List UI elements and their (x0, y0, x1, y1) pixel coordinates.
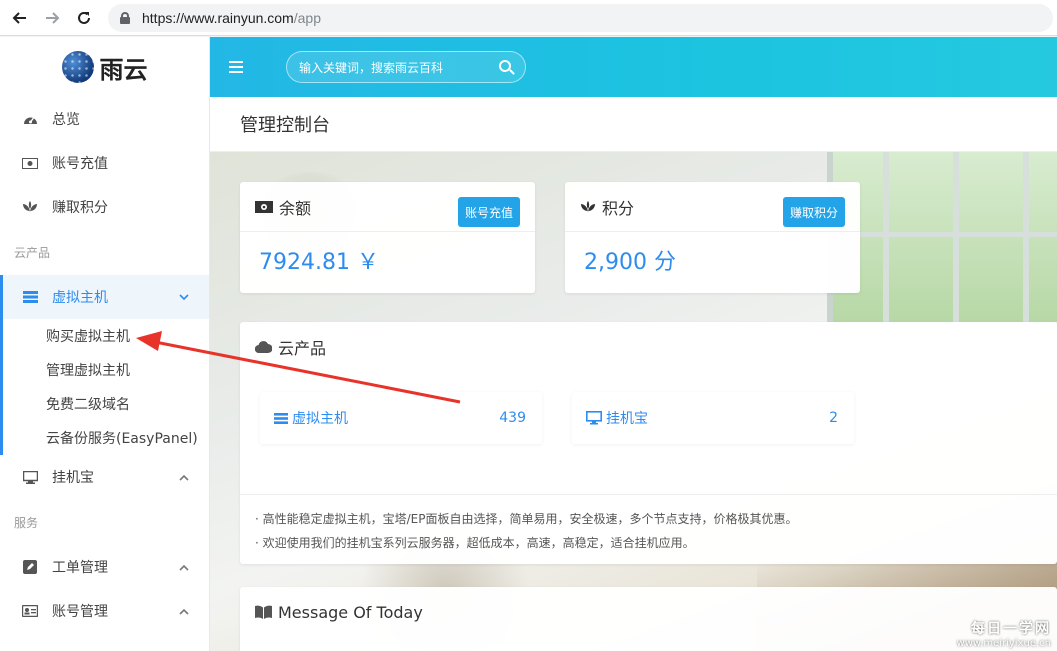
chevron-down-icon (179, 291, 189, 304)
brand[interactable]: 雨云 (0, 37, 209, 97)
points-title: 积分 (602, 198, 635, 218)
note-line: · 高性能稳定虚拟主机，宝塔/EP面板自由选择，简单易用，安全极速，多个节点支持… (255, 512, 798, 526)
lock-icon (120, 12, 130, 24)
search-input[interactable]: 输入关键词，搜索雨云百科 (286, 51, 526, 83)
section-services: 服务 (14, 515, 39, 530)
submenu-free-subdomain[interactable]: 免费二级域名 (3, 387, 209, 421)
sidebar-item-account[interactable]: 账号管理 (0, 589, 209, 633)
message-title: Message Of Today (278, 602, 423, 622)
points-card-header: 积分 赚取积分 (565, 182, 860, 232)
book-icon (255, 605, 272, 619)
sidebar-item-overview[interactable]: 总览 (0, 97, 209, 141)
balance-card: 余额 账号充值 7924.81 ￥ (240, 182, 535, 293)
sidebar-item-label: 工单管理 (52, 560, 108, 576)
content-background: 余额 账号充值 7924.81 ￥ 积分 赚取积分 2,900 分 云产品 虚拟… (210, 152, 1057, 651)
reload-icon[interactable] (72, 6, 96, 30)
browser-toolbar: https://www.rainyun.com/app (0, 0, 1057, 36)
address-bar[interactable]: https://www.rainyun.com/app (108, 4, 1053, 32)
cloud-icon (255, 341, 272, 353)
product-label: 虚拟主机 (292, 411, 348, 427)
seedling-icon (580, 200, 596, 214)
desktop-icon (22, 469, 38, 485)
points-value: 2,900 分 (584, 250, 676, 275)
balance-value: 7924.81 ￥ (259, 250, 379, 275)
id-card-icon (22, 603, 38, 619)
product-count: 439 (499, 410, 526, 426)
vhost-submenu: 购买虚拟主机 管理虚拟主机 免费二级域名 云备份服务(EasyPanel) (0, 319, 209, 455)
sidebar-item-recharge[interactable]: 账号充值 (0, 141, 209, 185)
background-window-illustration (827, 152, 1057, 322)
search-placeholder: 输入关键词，搜索雨云百科 (299, 60, 444, 75)
product-vhost[interactable]: 虚拟主机 439 (260, 392, 542, 444)
url-host: https://www.rainyun.com (142, 10, 294, 26)
sidebar-item-label: 赚取积分 (52, 200, 108, 216)
chevron-up-icon (179, 561, 189, 574)
sidebar-item-label: 总览 (52, 112, 80, 128)
sidebar: 雨云 总览 账号充值 赚取积分 云产品 虚拟主机 购买虚拟主机 管理虚拟主机 免… (0, 37, 210, 651)
edit-icon (22, 559, 38, 575)
product-count: 2 (829, 410, 838, 426)
section-cloud-products: 云产品 (14, 245, 51, 260)
back-arrow-icon[interactable] (8, 6, 32, 30)
message-card-header: Message Of Today (240, 587, 1057, 637)
desktop-icon (586, 411, 602, 425)
product-label: 挂机宝 (606, 411, 648, 427)
cloud-products-card: 云产品 虚拟主机 439 挂机宝 2 · 高性能稳定虚拟主机，宝塔/EP面板自由… (240, 322, 1057, 564)
top-header: 输入关键词，搜索雨云百科 (210, 37, 1057, 97)
search-icon[interactable] (499, 60, 511, 72)
watermark-main: 每日一学网 (971, 621, 1051, 637)
balance-card-header: 余额 账号充值 (240, 182, 535, 232)
points-card: 积分 赚取积分 2,900 分 (565, 182, 860, 293)
brand-logo (61, 51, 94, 83)
chevron-up-icon (179, 471, 189, 484)
money-icon (255, 200, 273, 213)
submenu-manage-vhost[interactable]: 管理虚拟主机 (3, 353, 209, 387)
sidebar-item-label: 虚拟主机 (52, 290, 108, 306)
seedling-icon (22, 199, 38, 215)
page-title: 管理控制台 (210, 97, 1057, 152)
submenu-cloud-backup[interactable]: 云备份服务(EasyPanel) (3, 421, 209, 455)
cloud-products-title: 云产品 (278, 339, 327, 358)
url-path: /app (293, 10, 321, 26)
sidebar-item-label: 挂机宝 (52, 470, 94, 486)
brand-name: 雨云 (99, 54, 148, 84)
dashboard-icon (22, 111, 38, 127)
money-icon (22, 155, 38, 171)
sidebar-item-tickets[interactable]: 工单管理 (0, 545, 209, 589)
product-hosting[interactable]: 挂机宝 2 (572, 392, 854, 444)
hamburger-menu-icon[interactable] (229, 61, 243, 73)
sidebar-item-hosting[interactable]: 挂机宝 (0, 455, 209, 499)
submenu-buy-vhost[interactable]: 购买虚拟主机 (3, 319, 209, 353)
forward-arrow-icon[interactable] (40, 6, 64, 30)
earn-points-button[interactable]: 赚取积分 (782, 197, 845, 227)
recharge-button[interactable]: 账号充值 (457, 197, 520, 227)
note-line: · 欢迎使用我们的挂机宝系列云服务器，超低成本，高速，高稳定，适合挂机应用。 (255, 536, 695, 550)
chevron-up-icon (179, 605, 189, 618)
server-icon (274, 412, 288, 424)
watermark-sub: www.meiriyixue.cn (956, 638, 1051, 649)
sidebar-item-vhost[interactable]: 虚拟主机 (0, 275, 209, 319)
server-icon (22, 289, 38, 305)
message-card: Message Of Today (240, 587, 1057, 651)
balance-title: 余额 (279, 198, 312, 218)
watermark: 每日一学网 www.meiriyixue.cn (957, 618, 1051, 649)
product-notes: · 高性能稳定虚拟主机，宝塔/EP面板自由选择，简单易用，安全极速，多个节点支持… (240, 494, 1057, 567)
cloud-products-header: 云产品 (240, 322, 1057, 372)
sidebar-item-label: 账号充值 (52, 156, 108, 172)
sidebar-item-earn-points[interactable]: 赚取积分 (0, 185, 209, 229)
sidebar-item-label: 账号管理 (52, 604, 108, 620)
